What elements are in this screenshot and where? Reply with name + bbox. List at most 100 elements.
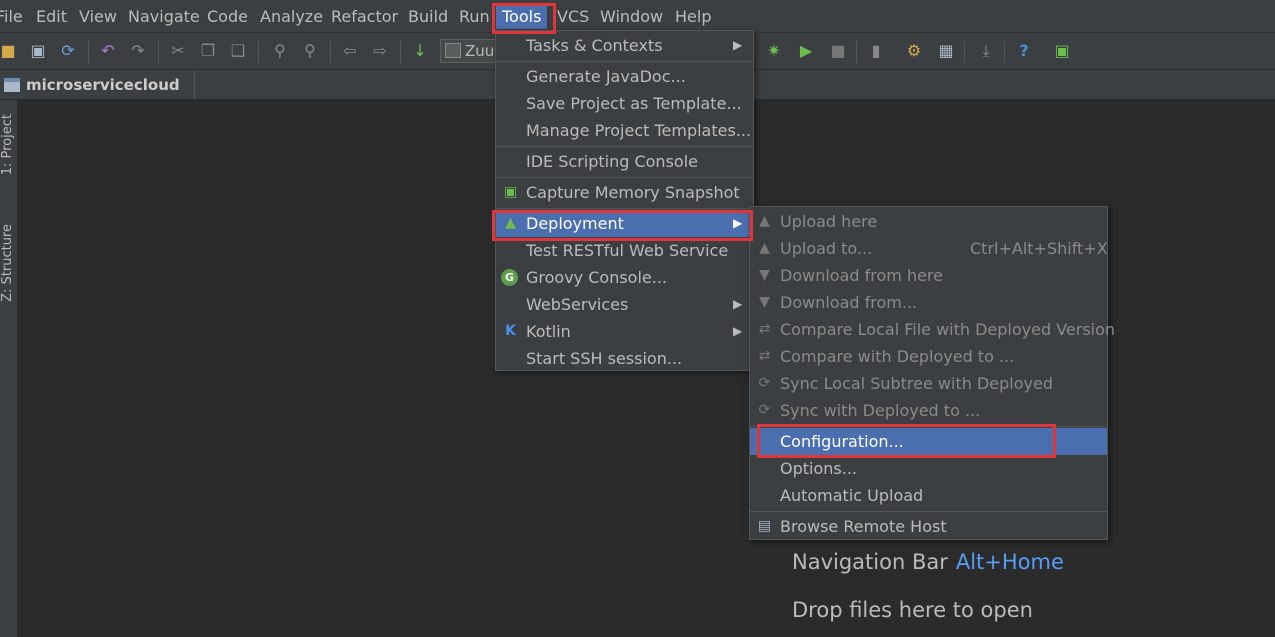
menu-code[interactable]: Code [207,5,248,29]
forward-icon[interactable]: ⇨ [370,41,390,61]
menu-item-kotlin[interactable]: K Kotlin ▶ [496,318,753,345]
menu-item-download-from[interactable]: ▼ Download from... [750,289,1107,316]
menu-item-label: Groovy Console... [526,268,667,287]
deployment-icon: ▲ [505,215,516,231]
menu-file[interactable]: File [0,5,23,29]
menu-item-label: Automatic Upload [780,486,924,505]
menu-separator [496,177,753,178]
back-icon[interactable]: ⇦ [340,41,360,61]
settings-icon[interactable]: ⚙ [904,41,924,61]
menu-item-label: Configuration... [780,432,904,451]
toolbar-separator [964,41,965,63]
replace-icon[interactable]: ⚲ [300,41,320,61]
menu-build[interactable]: Build [408,5,448,29]
cut-icon[interactable]: ✂ [168,41,188,61]
menu-navigate[interactable]: Navigate [128,5,200,29]
navigation-bar-hint-label: Navigation Bar [792,550,948,574]
redo-icon[interactable]: ↷ [128,41,148,61]
menu-item-upload-to[interactable]: ▲ Upload to... Ctrl+Alt+Shift+X [750,235,1108,262]
run-configuration-select[interactable]: Zuul [440,39,498,63]
menu-item-label: Sync Local Subtree with Deployed [780,374,1053,393]
menu-window[interactable]: Window [600,5,663,29]
menu-tools[interactable]: Tools [496,5,548,29]
tab-structure[interactable]: Z: Structure [0,224,18,302]
menu-item-label: IDE Scripting Console [526,152,698,171]
menu-item-label: Options... [780,459,857,478]
menu-item-start-ssh-session[interactable]: Start SSH session... [496,345,753,372]
menu-item-test-restful[interactable]: Test RESTful Web Service [496,237,753,264]
menu-item-browse-remote-host[interactable]: ▤ Browse Remote Host [750,513,1107,540]
menu-item-label: Kotlin [526,322,571,341]
download-icon: ▼ [759,267,770,283]
menu-item-download-from-here[interactable]: ▼ Download from here [750,262,1107,289]
menu-edit[interactable]: Edit [36,5,67,29]
menu-item-options[interactable]: Options... [750,455,1107,482]
menu-item-save-project-template[interactable]: Save Project as Template... [496,90,753,117]
menu-refactor[interactable]: Refactor [331,5,398,29]
menu-separator [750,426,1107,427]
tools-menu-popup: Tasks & Contexts ▶ Generate JavaDoc... S… [495,30,754,371]
toolbar-separator [1004,41,1005,63]
make-project-icon[interactable]: ↓ [410,41,430,61]
drop-files-hint: Drop files here to open [792,598,1033,622]
menu-item-configuration[interactable]: Configuration... [750,428,1107,455]
sync-icon: ⟳ [758,402,771,418]
plugin-icon[interactable]: ▣ [1052,41,1072,61]
copy-icon[interactable]: ❐ [198,41,218,61]
tab-project[interactable]: 1: Project [0,114,18,175]
vcs-update-icon[interactable]: ▮ [866,41,886,61]
compare-icon: ⇄ [758,348,771,364]
menu-item-ide-scripting-console[interactable]: IDE Scripting Console [496,148,753,175]
find-icon[interactable]: ⚲ [270,41,290,61]
submenu-arrow-icon: ▶ [733,324,743,338]
run-coverage-icon[interactable]: ▶ [796,41,816,61]
menu-analyze[interactable]: Analyze [260,5,323,29]
sdk-download-icon[interactable]: ⤓ [976,41,996,61]
breadcrumb-project[interactable]: microservicecloud [0,70,195,100]
menu-item-automatic-upload[interactable]: Automatic Upload [750,482,1107,509]
menu-item-tasks-contexts[interactable]: Tasks & Contexts ▶ [496,32,753,59]
save-icon[interactable]: ▣ [28,41,48,61]
paste-icon[interactable]: ❑ [228,41,248,61]
submenu-arrow-icon: ▶ [733,297,743,311]
menu-item-label: Save Project as Template... [526,94,742,113]
menu-item-deployment[interactable]: ▲ Deployment ▶ [496,210,753,237]
menu-vcs[interactable]: VCS [557,5,589,29]
menu-item-generate-javadoc[interactable]: Generate JavaDoc... [496,63,753,90]
menu-item-label: Compare Local File with Deployed Version [780,320,1116,339]
menu-item-label: Sync with Deployed to ... [780,401,981,420]
open-folder-icon[interactable]: ■ [0,41,18,61]
compare-icon: ⇄ [758,321,771,337]
menu-item-sync-with-deployed[interactable]: ⟳ Sync with Deployed to ... [750,397,1107,424]
menu-item-compare-with-deployed[interactable]: ⇄ Compare with Deployed to ... [750,343,1107,370]
navigation-bar-hint: Navigation Bar Alt+Home [792,550,1064,574]
menu-help[interactable]: Help [675,5,711,29]
menu-view[interactable]: View [79,5,117,29]
sync-icon: ⟳ [758,375,771,391]
stop-icon[interactable]: ■ [828,41,848,61]
left-tool-window-strip: 1: Project Z: Structure [0,100,18,637]
menu-run[interactable]: Run [459,5,490,29]
toolbar-separator [258,41,259,63]
menu-item-label: Download from here [780,266,943,285]
menu-item-label: Download from... [780,293,918,312]
menu-item-capture-memory-snapshot[interactable]: ▣ Capture Memory Snapshot [496,179,753,206]
menu-item-label: Deployment [526,214,624,233]
undo-icon[interactable]: ↶ [98,41,118,61]
menu-item-manage-project-templates[interactable]: Manage Project Templates... [496,117,753,144]
menu-item-compare-local-file[interactable]: ⇄ Compare Local File with Deployed Versi… [750,316,1115,343]
sync-icon[interactable]: ⟳ [58,41,78,61]
toolbar-separator [330,41,331,63]
menu-item-groovy-console[interactable]: G Groovy Console... [496,264,753,291]
remote-host-icon: ▤ [757,518,772,534]
help-icon[interactable]: ? [1014,41,1034,61]
project-structure-icon[interactable]: ▦ [936,41,956,61]
menu-separator [496,61,753,62]
menu-item-label: Test RESTful Web Service [526,241,729,260]
menu-item-upload-here[interactable]: ▲ Upload here [750,208,1107,235]
menu-item-sync-local-subtree[interactable]: ⟳ Sync Local Subtree with Deployed [750,370,1107,397]
debug-icon[interactable]: ✷ [764,41,784,61]
menu-separator [496,146,753,147]
run-config-label: Zuul [465,42,498,60]
menu-item-webservices[interactable]: WebServices ▶ [496,291,753,318]
